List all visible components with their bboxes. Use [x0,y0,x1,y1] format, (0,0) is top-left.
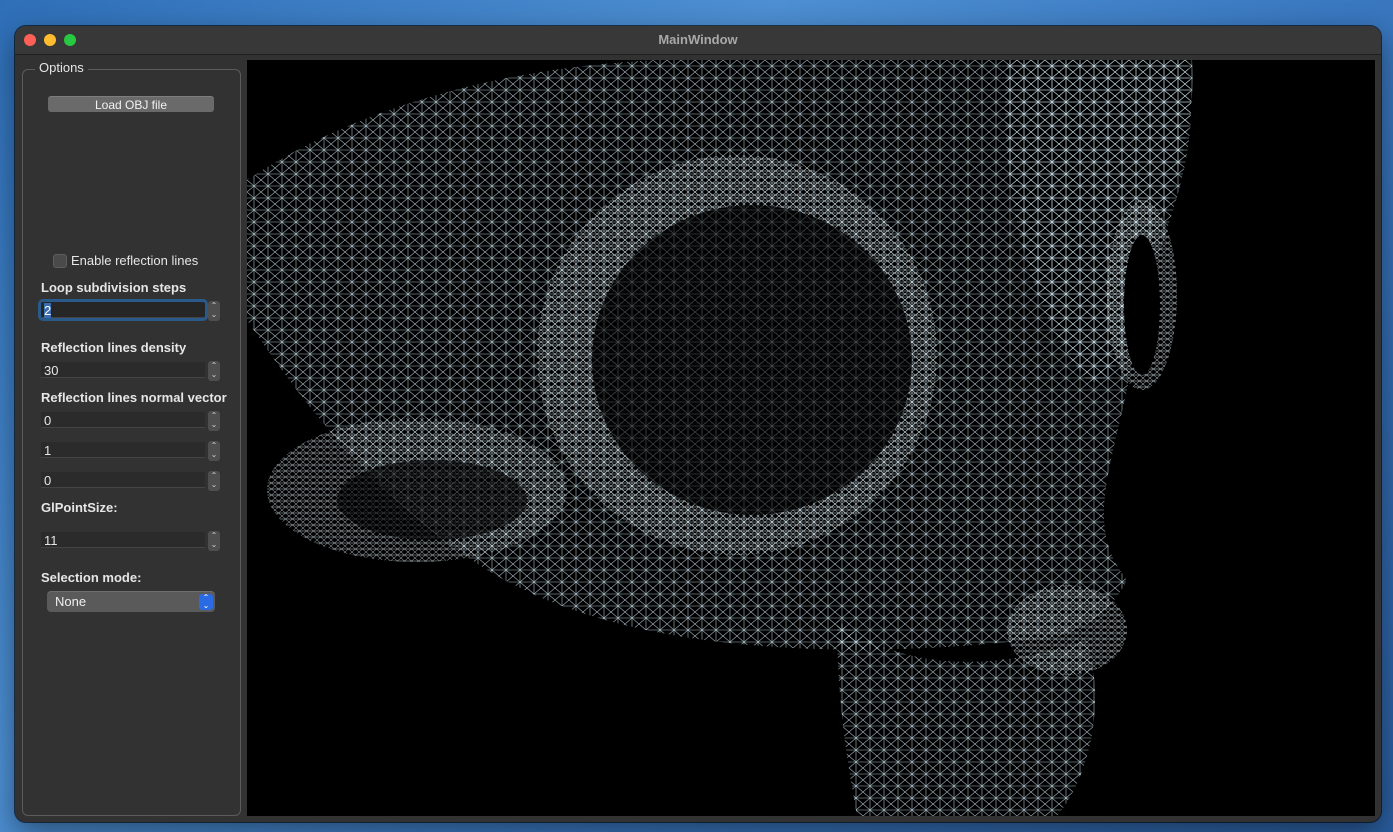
point-size-label: GlPointSize: [41,500,118,515]
normal-vector-y-input[interactable]: 1 [41,442,205,458]
options-title: Options [35,60,88,75]
point-size-input[interactable]: 11 [41,532,205,548]
normal-vector-z-stepper[interactable]: ⌃ ⌄ [208,471,220,491]
main-window: MainWindow Options Load OBJ file Enable … [15,26,1381,822]
loop-subdivision-label: Loop subdivision steps [41,280,187,295]
normal-vector-y-spinbox[interactable]: 1 ⌃ ⌄ [41,441,220,461]
point-size-stepper[interactable]: ⌃ ⌄ [208,531,220,551]
reflection-lines-checkbox-label: Enable reflection lines [71,253,199,268]
normal-vector-z-input[interactable]: 0 [41,472,205,488]
normal-vector-x-spinbox[interactable]: 0 ⌃ ⌄ [41,411,220,431]
reflection-lines-checkbox[interactable] [53,254,67,268]
normal-vector-x-input[interactable]: 0 [41,412,205,428]
loop-subdivision-input[interactable]: 2 [38,299,208,321]
reflection-density-stepper[interactable]: ⌃ ⌄ [208,361,220,381]
reflection-density-label: Reflection lines density [41,340,187,355]
window-title: MainWindow [658,32,738,47]
normal-vector-z-spinbox[interactable]: 0 ⌃ ⌄ [41,471,220,491]
normal-vector-x-stepper[interactable]: ⌃ ⌄ [208,411,220,431]
reflection-density-spinbox[interactable]: 30 ⌃ ⌄ [41,361,220,381]
selection-mode-select[interactable]: None ⌃ ⌄ [47,591,215,612]
selection-mode-value: None [55,594,87,609]
normal-vector-label: Reflection lines normal vector [41,390,227,405]
loop-subdivision-spinbox[interactable]: 2 ⌃ ⌄ [38,299,220,321]
selection-mode-label: Selection mode: [41,570,142,585]
chevron-updown-icon: ⌃ ⌄ [199,594,213,610]
normal-vector-y-stepper[interactable]: ⌃ ⌄ [208,441,220,461]
loop-subdivision-stepper[interactable]: ⌃ ⌄ [208,301,220,321]
title-bar[interactable]: MainWindow [15,26,1381,55]
wireframe-mesh [247,60,1193,816]
load-obj-button[interactable]: Load OBJ file [48,96,214,112]
opengl-viewport[interactable] [247,60,1375,816]
point-size-spinbox[interactable]: 11 ⌃ ⌄ [41,531,220,551]
reflection-density-input[interactable]: 30 [41,362,205,378]
